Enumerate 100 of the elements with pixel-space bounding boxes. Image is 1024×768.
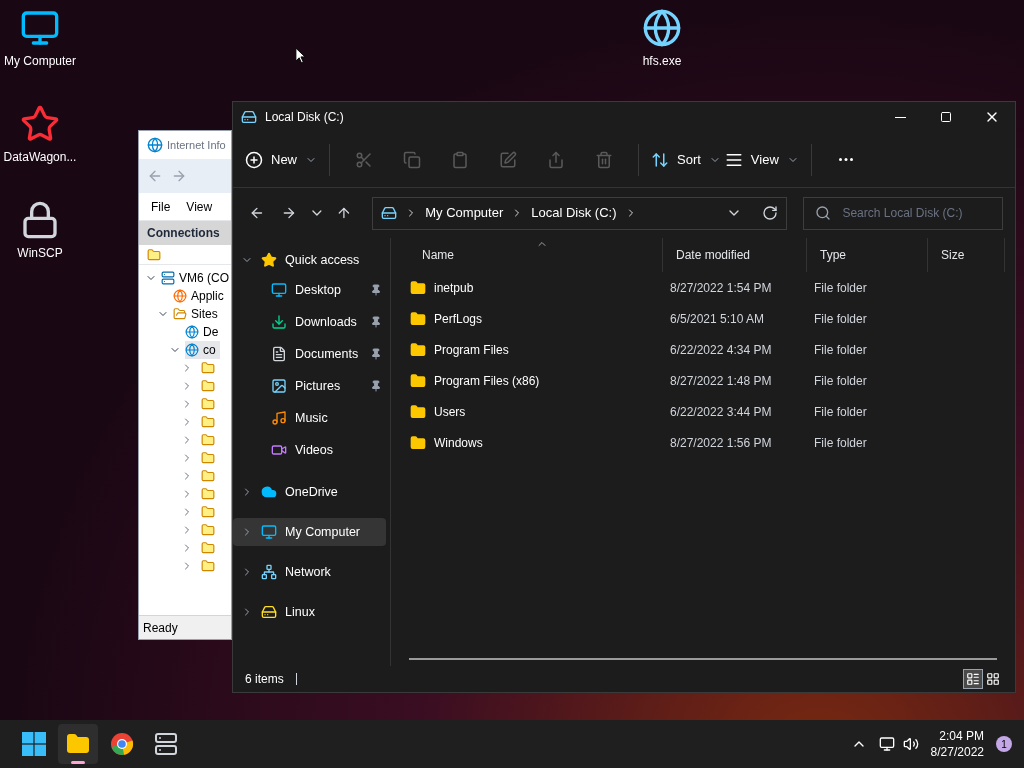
nav-item[interactable]: Music bbox=[233, 402, 390, 434]
drive-icon bbox=[381, 205, 398, 221]
taskbar-app[interactable] bbox=[58, 724, 98, 764]
file-row[interactable]: PerfLogs 6/5/2021 5:10 AM File folder bbox=[409, 303, 1015, 334]
column-header[interactable]: Date modified bbox=[663, 238, 807, 272]
type-cell-text: File folder bbox=[813, 341, 868, 359]
type-cell-text: File folder bbox=[813, 279, 868, 297]
network-icon[interactable] bbox=[878, 736, 895, 752]
nav-item[interactable]: Linux bbox=[233, 598, 386, 626]
tree-node[interactable]: Sites bbox=[173, 305, 222, 323]
type-cell-text: File folder bbox=[813, 403, 868, 421]
nav-item[interactable]: Desktop bbox=[233, 274, 390, 306]
volume-icon[interactable] bbox=[902, 736, 919, 752]
browser-icon bbox=[110, 732, 134, 756]
column-header[interactable]: Type bbox=[807, 238, 928, 272]
date-cell-text: 8/27/2022 1:56 PM bbox=[669, 434, 773, 452]
desktop-icon-label[interactable]: WinSCP bbox=[17, 244, 63, 262]
file-row[interactable]: inetpub 8/27/2022 1:54 PM File folder bbox=[409, 272, 1015, 303]
folder-icon bbox=[173, 307, 187, 321]
desktop-icon-label[interactable]: hfs.exe bbox=[642, 52, 682, 70]
date-cell-text: 6/22/2022 4:34 PM bbox=[669, 341, 773, 359]
desktop-icon-label[interactable]: DataWagon... bbox=[3, 148, 77, 166]
menu-item[interactable]: File bbox=[151, 197, 171, 216]
nav-item[interactable]: Network bbox=[233, 558, 386, 586]
menu-item[interactable]: View bbox=[186, 197, 213, 216]
nav-item[interactable]: My Computer bbox=[233, 518, 386, 546]
rename-icon bbox=[499, 150, 517, 169]
server-icon bbox=[154, 732, 178, 756]
status-text: 6 items bbox=[245, 671, 284, 688]
maximize-icon bbox=[940, 111, 952, 123]
music-icon bbox=[271, 410, 287, 426]
file-name: Users bbox=[434, 403, 466, 421]
file-row[interactable]: Program Files (x86) 8/27/2022 1:48 PM File folder bbox=[409, 365, 1015, 396]
app-icon bbox=[147, 137, 163, 153]
window-title: Internet Info bbox=[167, 137, 226, 153]
folder-icon bbox=[201, 433, 215, 447]
type-cell-text: File folder bbox=[813, 372, 868, 390]
monitor-icon bbox=[20, 8, 60, 48]
share-icon bbox=[547, 150, 565, 169]
details-view-button[interactable] bbox=[963, 669, 983, 689]
computer-icon bbox=[261, 524, 277, 540]
tree-node[interactable]: VM6 (CO bbox=[161, 269, 231, 287]
nav-item[interactable]: Quick access bbox=[233, 246, 386, 274]
date-cell-text: 8/27/2022 1:48 PM bbox=[669, 372, 773, 390]
file-name: Program Files bbox=[434, 341, 509, 359]
document-icon bbox=[271, 346, 287, 362]
trash-icon bbox=[595, 150, 613, 169]
nav-item[interactable]: Videos bbox=[233, 434, 390, 466]
file-row[interactable]: Users 6/22/2022 3:44 PM File folder bbox=[409, 396, 1015, 427]
padlock-icon bbox=[20, 200, 60, 240]
date-cell-text: 8/27/2022 1:54 PM bbox=[669, 279, 773, 297]
breadcrumb-item[interactable]: My Computer bbox=[425, 203, 504, 223]
star-icon bbox=[20, 104, 60, 144]
column-header[interactable]: Size bbox=[928, 238, 1005, 272]
desktop-icon bbox=[271, 282, 287, 298]
nav-item[interactable]: Downloads bbox=[233, 306, 390, 338]
folder-icon bbox=[201, 397, 215, 411]
date-cell-text: 6/22/2022 3:44 PM bbox=[669, 403, 773, 421]
file-name: PerfLogs bbox=[434, 310, 483, 328]
globe-icon bbox=[185, 343, 199, 357]
nav-item[interactable]: OneDrive bbox=[233, 478, 386, 506]
panel-header: Connections bbox=[139, 221, 231, 245]
window-title: Local Disk (C:) bbox=[265, 109, 344, 126]
refresh-icon[interactable] bbox=[762, 205, 779, 221]
star-icon bbox=[261, 252, 277, 268]
globe-icon bbox=[173, 289, 187, 303]
file-row[interactable]: Program Files 6/22/2022 4:34 PM File folder bbox=[409, 334, 1015, 365]
nav-item[interactable]: Documents bbox=[233, 338, 390, 370]
desktop-icon-label[interactable]: My Computer bbox=[4, 52, 76, 70]
server-icon bbox=[161, 271, 175, 285]
column-header[interactable]: Name bbox=[409, 238, 663, 272]
folder-icon bbox=[201, 523, 215, 537]
more-icon bbox=[838, 158, 853, 161]
cloud-icon bbox=[261, 484, 277, 500]
back-icon[interactable] bbox=[249, 205, 265, 221]
download-icon bbox=[271, 314, 287, 330]
type-cell-text: File folder bbox=[813, 434, 868, 452]
search-field[interactable]: Search Local Disk (C:) bbox=[803, 196, 1003, 230]
tree-node[interactable]: co bbox=[185, 341, 220, 359]
breadcrumb-item[interactable]: Local Disk (C:) bbox=[531, 203, 617, 223]
network-icon bbox=[261, 564, 277, 580]
clock-date[interactable]: 8/27/2022 bbox=[930, 744, 984, 760]
video-icon bbox=[271, 442, 287, 458]
toolbar-button[interactable]: New bbox=[245, 143, 317, 176]
tree-node[interactable]: De bbox=[185, 323, 223, 341]
tree-node[interactable]: Applic bbox=[173, 287, 228, 305]
toolbar-button[interactable]: View bbox=[724, 143, 799, 176]
address-bar[interactable]: My Computer Local Disk (C:) bbox=[372, 196, 788, 230]
picture-icon bbox=[271, 378, 287, 394]
folder-icon[interactable] bbox=[147, 247, 161, 262]
copy-icon bbox=[403, 150, 421, 169]
nav-item[interactable]: Pictures bbox=[233, 370, 390, 402]
horizontal-scrollbar[interactable] bbox=[409, 658, 997, 660]
status-text: Ready bbox=[139, 615, 231, 639]
toolbar-button[interactable]: Sort bbox=[651, 143, 721, 176]
notification-badge[interactable]: 1 bbox=[996, 736, 1012, 752]
folder-icon bbox=[201, 379, 215, 393]
folder-icon bbox=[201, 505, 215, 519]
file-row[interactable]: Windows 8/27/2022 1:56 PM File folder bbox=[409, 427, 1015, 458]
clock-time[interactable]: 2:04 PM bbox=[939, 728, 984, 744]
